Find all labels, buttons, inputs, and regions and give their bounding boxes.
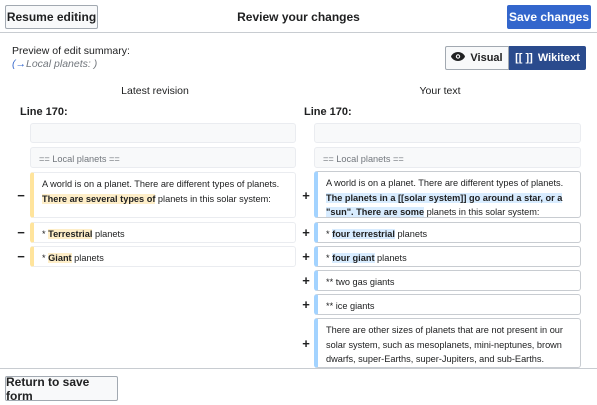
right-line-number: Line 170: [304,106,352,118]
left-column-header: Latest revision [121,85,189,97]
right-column-header: Your text [419,85,461,97]
added-marker: + [302,273,310,288]
summary-label: Preview of edit summary: [12,45,130,57]
context-text: == Local planets == [39,154,120,164]
added-list-item: ** two gas giants [314,270,581,291]
added-marker: + [302,188,310,203]
diff-text: planets in this solar system: [155,193,271,204]
visual-toggle-button[interactable]: Visual [445,46,509,70]
wikitext-toggle-button[interactable]: [[ ]] Wikitext [509,46,586,70]
diff-view-toggle: Visual [[ ]] Wikitext [445,46,586,70]
removed-highlight: There are several types of [42,193,156,204]
diff-text: planets [394,229,428,239]
right-context-heading: == Local planets == [314,147,581,168]
eye-icon [451,52,466,64]
summary-section: Local planets: ) [26,58,98,70]
diff-text: planets [71,253,104,263]
wikitext-label: Wikitext [537,52,580,64]
removed-highlight: Giant [48,253,72,263]
save-changes-button[interactable]: Save changes [507,5,591,29]
removed-paragraph: A world is on a planet. There are differ… [30,172,296,218]
return-to-save-form-button[interactable]: Return to save form [5,375,118,403]
diff-text: planets in this solar system: [424,207,540,217]
left-context-heading: == Local planets == [30,147,296,168]
diff-text: planets [374,253,407,263]
visual-label: Visual [470,52,503,64]
diff-text: planets [92,229,125,239]
added-paragraph: A world is on a planet. There are differ… [314,171,581,218]
added-marker: + [302,225,310,240]
removed-highlight: Terrestrial [48,229,93,239]
diff-text: A world is on a planet. There are differ… [326,178,564,188]
removed-list-item: * Giant planets [30,246,296,267]
added-highlight: four giant [332,253,375,263]
added-list-item: ** ice giants [314,294,581,315]
removed-marker: − [17,249,25,264]
summary-value: (→Local planets: ) [12,58,97,70]
diff-text: ** two gas giants [326,277,395,287]
removed-marker: − [17,225,25,240]
diff-text: There are other sizes of planets that ar… [326,325,563,364]
footer-bar: Return to save form [0,368,597,405]
wikitext-brackets-icon: [[ ]] [515,52,533,64]
added-paragraph: There are other sizes of planets that ar… [314,318,581,368]
added-list-item: * four terrestrial planets [314,222,581,243]
removed-list-item: * Terrestrial planets [30,222,296,243]
left-blank-line [30,123,296,143]
added-marker: + [302,249,310,264]
section-link-arrow[interactable]: (→ [12,58,26,70]
context-text: == Local planets == [323,154,404,164]
toolbar: Resume editing Review your changes Save … [0,0,597,33]
added-highlight: four terrestrial [332,229,395,239]
diff-text: A world is on a planet. There are differ… [42,179,280,189]
left-line-number: Line 170: [20,106,68,118]
added-list-item: * four giant planets [314,246,581,267]
removed-marker: − [17,188,25,203]
added-marker: + [302,297,310,312]
diff-text: ** ice giants [326,301,375,311]
right-blank-line [314,123,581,143]
added-marker: + [302,336,310,351]
